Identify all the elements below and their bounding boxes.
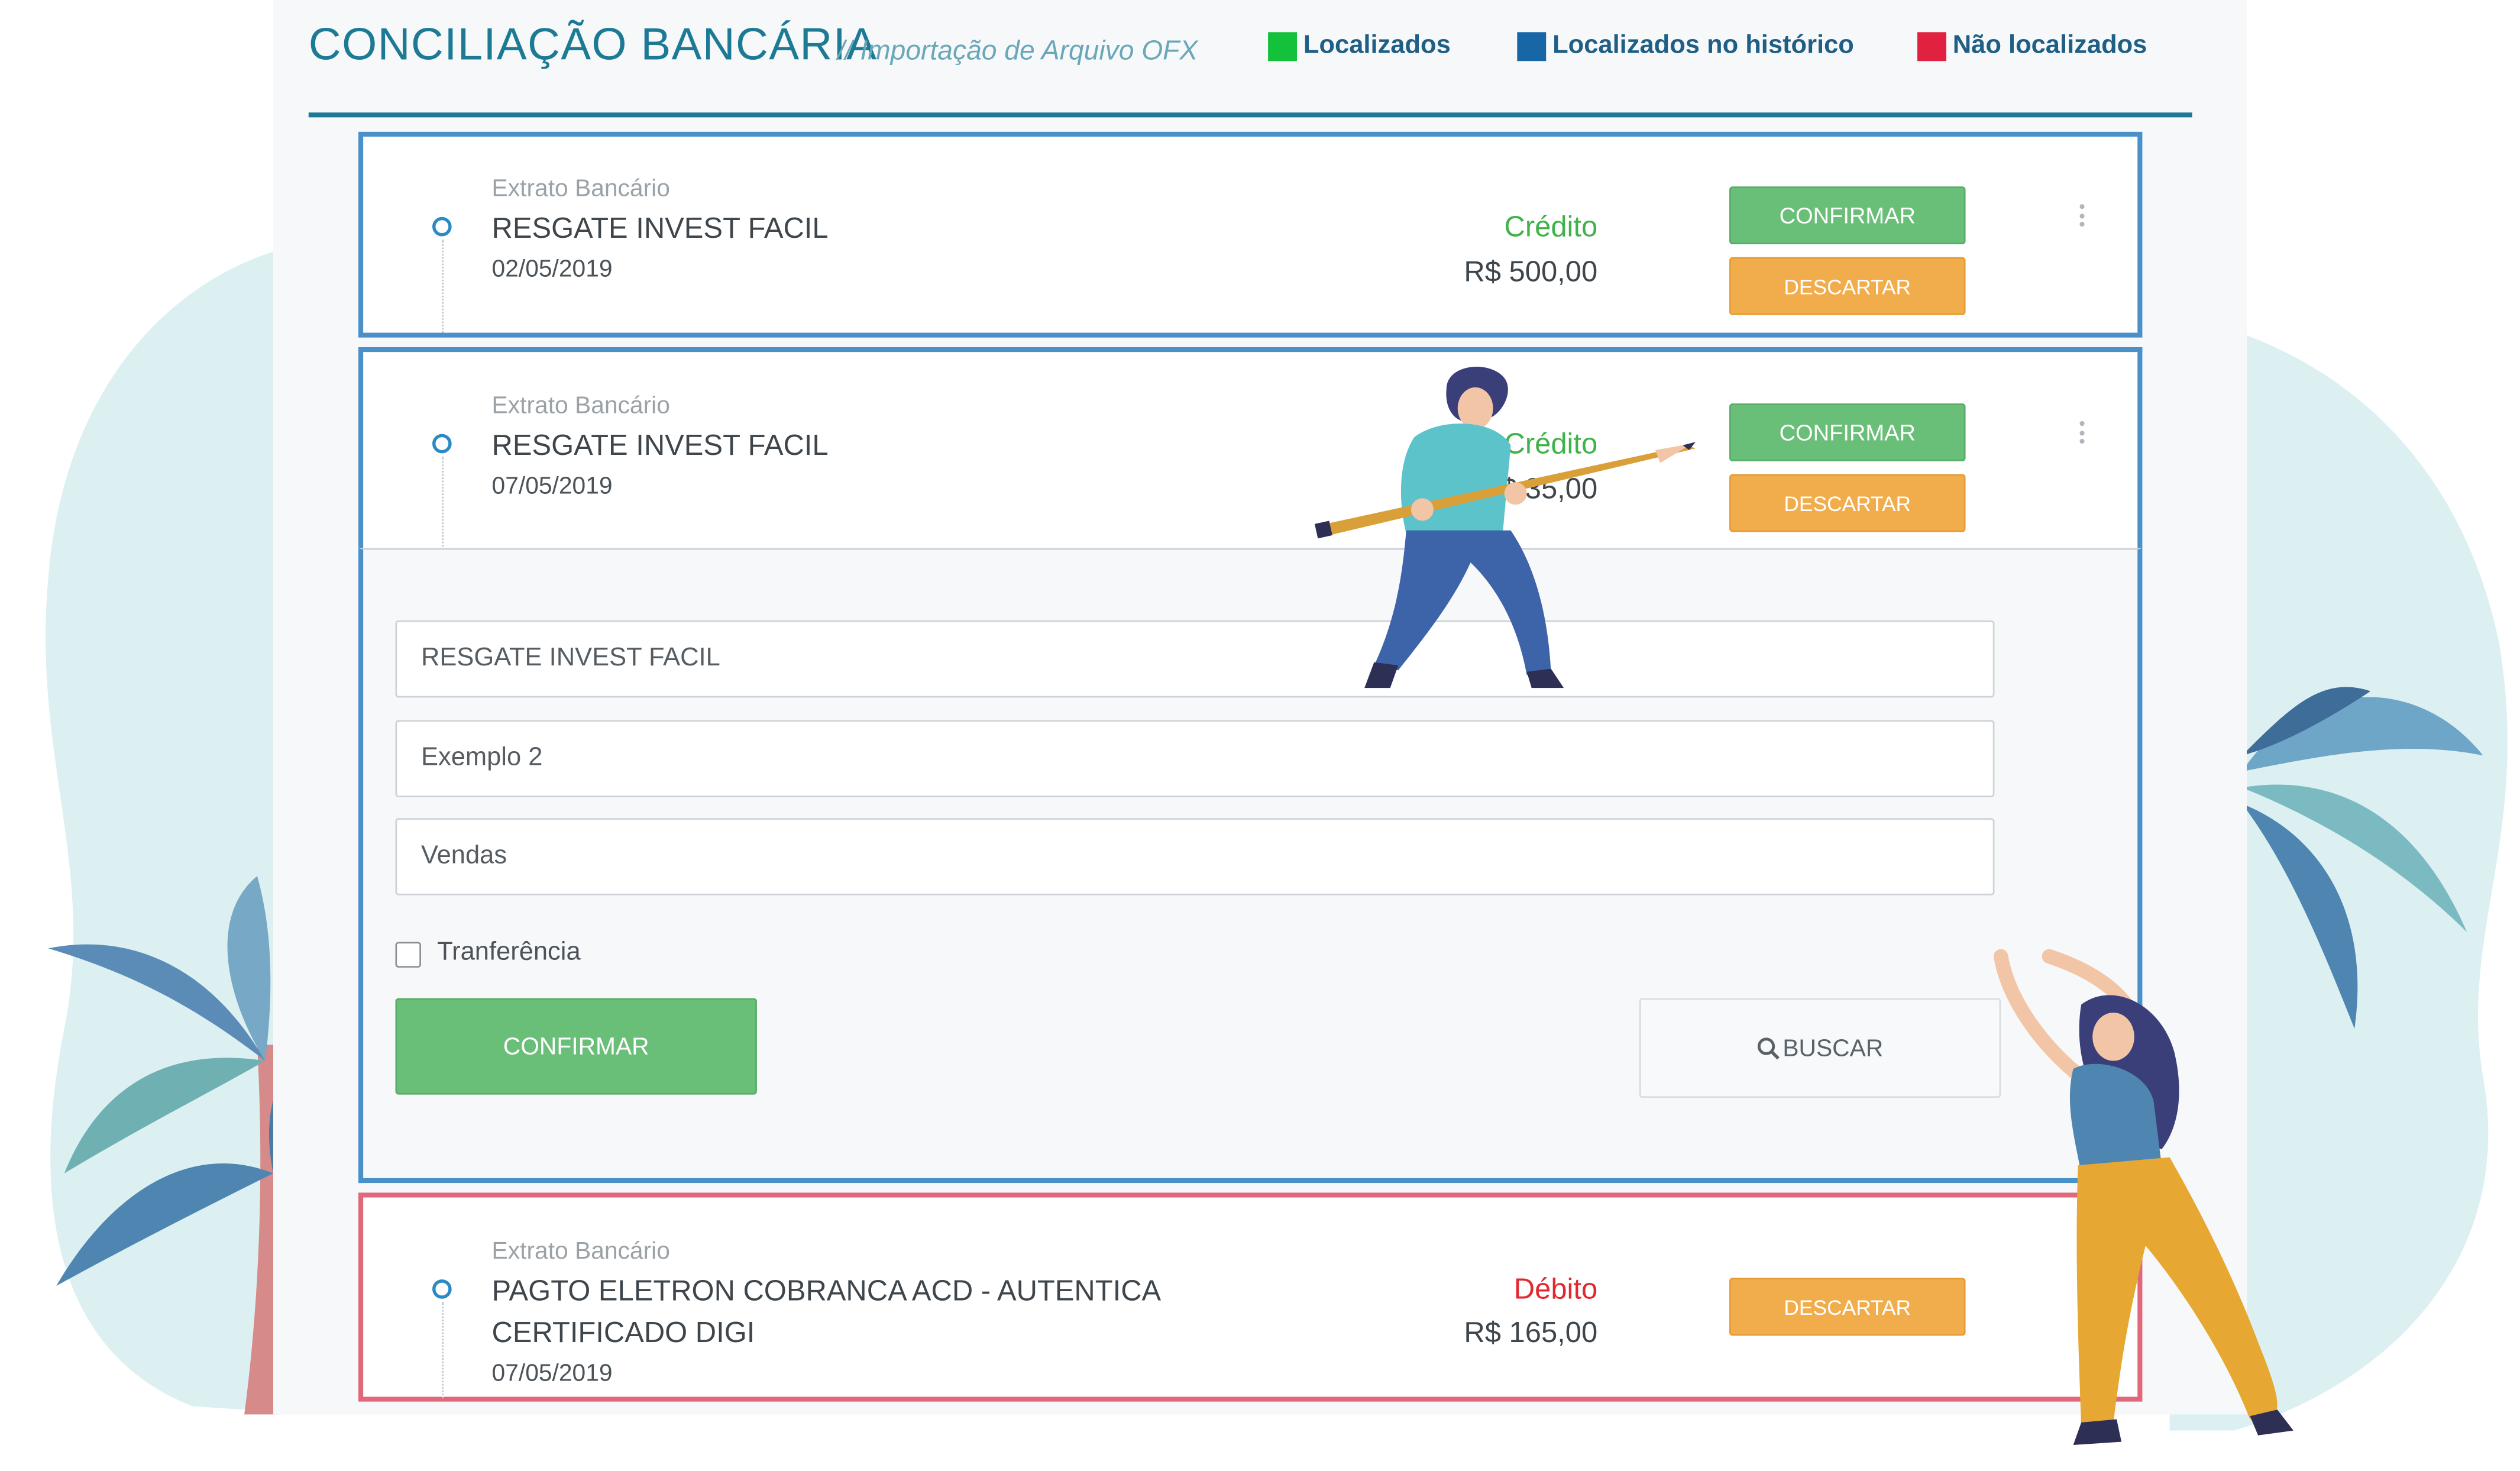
- category-field[interactable]: Vendas: [395, 818, 1995, 895]
- form-confirm-button[interactable]: CONFIRMAR: [395, 998, 757, 1095]
- transfer-checkbox-label: Tranferência: [437, 939, 581, 966]
- discard-button[interactable]: DESCARTAR: [1729, 474, 1966, 532]
- transaction-card: Extrato Bancário PAGTO ELETRON COBRANCA …: [358, 1192, 2143, 1402]
- legend-found: Localizados: [1268, 32, 1451, 62]
- transaction-date: 02/05/2019: [491, 256, 613, 283]
- legend-not-found: Não localizados: [1917, 32, 2147, 62]
- example-field[interactable]: Exemplo 2: [395, 720, 1995, 797]
- transaction-type: Débito: [1513, 1273, 1598, 1305]
- search-icon: [1758, 1037, 1780, 1059]
- confirm-button[interactable]: CONFIRMAR: [1729, 403, 1966, 461]
- timeline-dot: [432, 216, 452, 237]
- transaction-description-line2: CERTIFICADO DIGI: [491, 1316, 755, 1349]
- transaction-card: Extrato Bancário RESGATE INVEST FACIL 07…: [358, 347, 2143, 553]
- woman-illustration: [1994, 949, 2293, 1446]
- discard-button[interactable]: DESCARTAR: [1729, 257, 1966, 315]
- page-subtitle: // Importação de Arquivo OFX: [837, 35, 1198, 66]
- reconcile-form: RESGATE INVEST FACIL Exemplo 2 Vendas Tr…: [358, 548, 2143, 1184]
- transaction-description: RESGATE INVEST FACIL: [491, 212, 829, 245]
- transaction-date: 07/05/2019: [491, 472, 613, 500]
- description-field[interactable]: RESGATE INVEST FACIL: [395, 620, 1995, 698]
- legend-swatch-green: [1268, 32, 1298, 62]
- search-button-label: BUSCAR: [1783, 1034, 1884, 1062]
- legend-found-history: Localizados no histórico: [1517, 32, 1854, 62]
- more-options-icon[interactable]: [2079, 421, 2086, 444]
- transaction-source: Extrato Bancário: [491, 1237, 670, 1265]
- timeline-dot: [432, 1279, 452, 1299]
- transaction-card: Extrato Bancário RESGATE INVEST FACIL 02…: [358, 131, 2143, 338]
- transaction-type: Crédito: [1504, 210, 1598, 243]
- scene: CONCILIAÇÃO BANCÁRIA // Importação de Ar…: [0, 0, 2520, 1471]
- page-title: CONCILIAÇÃO BANCÁRIA: [308, 19, 878, 69]
- legend-label: Não localizados: [1952, 32, 2147, 60]
- timeline-line: [442, 1302, 444, 1399]
- legend-label: Localizados no histórico: [1552, 32, 1854, 60]
- transaction-description: RESGATE INVEST FACIL: [491, 429, 829, 461]
- transaction-amount: R$ 165,00: [1464, 1316, 1598, 1349]
- transaction-source: Extrato Bancário: [491, 392, 670, 420]
- legend-swatch-red: [1917, 32, 1946, 62]
- timeline-line: [442, 456, 444, 550]
- transaction-source: Extrato Bancário: [491, 175, 670, 203]
- page-header: CONCILIAÇÃO BANCÁRIA // Importação de Ar…: [308, 0, 2192, 118]
- man-with-pencil-illustration: [1314, 367, 1696, 688]
- legend-swatch-blue: [1517, 32, 1547, 62]
- confirm-button[interactable]: CONFIRMAR: [1729, 186, 1966, 245]
- timeline-dot: [432, 434, 452, 454]
- transaction-date: 07/05/2019: [491, 1360, 613, 1388]
- search-button[interactable]: BUSCAR: [1639, 998, 2001, 1098]
- more-options-icon[interactable]: [2079, 204, 2086, 227]
- transaction-description-line1: PAGTO ELETRON COBRANCA ACD - AUTENTICA: [491, 1274, 1162, 1307]
- transfer-checkbox[interactable]: [395, 942, 421, 968]
- legend-label: Localizados: [1303, 32, 1451, 60]
- timeline-line: [442, 239, 444, 333]
- transaction-amount: R$ 500,00: [1464, 256, 1598, 288]
- discard-button[interactable]: DESCARTAR: [1729, 1278, 1966, 1336]
